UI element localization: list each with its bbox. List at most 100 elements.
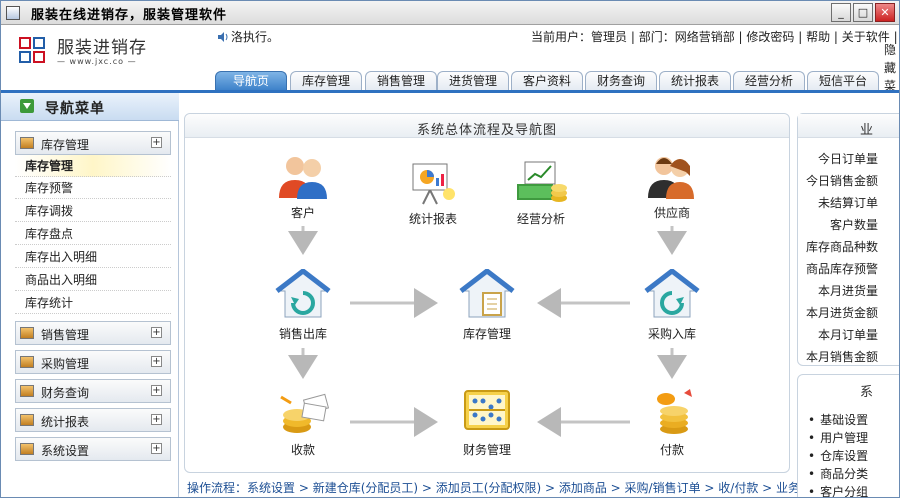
inventory-icon — [20, 137, 34, 149]
purchase-in-label: 采购入库 — [647, 327, 696, 341]
ops-link-new-warehouse[interactable]: 新建仓库(分配员工) — [313, 481, 418, 495]
inventory-node[interactable]: 库存管理 — [447, 269, 527, 342]
warehouse-out-icon — [275, 269, 331, 318]
pay-node[interactable]: 付款 — [632, 387, 712, 458]
pay-label: 付款 — [659, 443, 684, 457]
exec-status: 洛执行。 — [217, 28, 279, 45]
business-panel-title: 业 — [860, 123, 874, 138]
tab-customers[interactable]: 客户资料 — [511, 71, 583, 91]
minimize-button[interactable]: _ — [831, 3, 851, 22]
stat-label: 今日订单量 — [817, 152, 878, 166]
tab-home[interactable]: 导航页 — [215, 71, 287, 91]
help-link[interactable]: 帮助 — [806, 30, 830, 44]
menu-item-inventory-transfer[interactable]: 库存调拨 — [15, 200, 171, 222]
tab-finance[interactable]: 财务查询 — [585, 71, 657, 91]
system-link[interactable]: 客户分组 — [808, 483, 868, 497]
system-link[interactable]: 用户管理 — [808, 429, 868, 446]
ops-link-payments[interactable]: 收/付款 — [718, 481, 758, 495]
group-label: 采购管理 — [41, 357, 90, 371]
logo-title: 服装进销存 — [57, 38, 147, 58]
money-chart-icon — [517, 161, 567, 202]
menu-group-settings[interactable]: 系统设置 + — [15, 437, 171, 461]
expand-icon[interactable]: + — [151, 137, 162, 148]
current-user: 当前用户：管理员 — [531, 30, 628, 44]
analysis-node[interactable]: 经营分析 — [501, 160, 581, 227]
tab-inventory[interactable]: 库存管理 — [290, 71, 362, 91]
report-label: 统计报表 — [408, 212, 457, 226]
change-password-link[interactable]: 修改密码 — [746, 30, 794, 44]
expand-icon[interactable]: + — [151, 327, 162, 338]
coins-icon — [280, 393, 330, 433]
group-label: 销售管理 — [41, 328, 90, 342]
menu-item-inventory-flow[interactable]: 库存出入明细 — [15, 246, 171, 268]
system-link[interactable]: 仓库设置 — [808, 447, 868, 464]
ops-link-orders[interactable]: 采购/销售订单 — [625, 481, 701, 495]
down-arrow-icon — [20, 99, 34, 113]
tab-reports[interactable]: 统计报表 — [659, 71, 731, 91]
speaker-icon — [218, 32, 228, 42]
tab-purchase[interactable]: 进货管理 — [437, 71, 509, 91]
receive-node[interactable]: 收款 — [263, 387, 343, 458]
report-node[interactable]: 统计报表 — [393, 160, 473, 227]
menu-item-inventory-count[interactable]: 库存盘点 — [15, 223, 171, 245]
customer-node[interactable]: 客户 — [263, 154, 343, 221]
logo-grid-icon — [19, 37, 47, 65]
ops-link-add-product[interactable]: 添加商品 — [559, 481, 607, 495]
finance-label: 财务管理 — [462, 443, 511, 457]
system-panel-title: 系 — [860, 385, 874, 400]
menu-group-finance[interactable]: 财务查询 + — [15, 379, 171, 403]
stat-label: 本月订单量 — [817, 328, 878, 342]
stat-label: 商品库存预警 — [805, 262, 878, 276]
sales-icon — [20, 327, 34, 339]
settings-icon — [20, 443, 34, 455]
nav-title: 导航菜单 — [45, 101, 105, 117]
abacus-icon — [464, 390, 510, 430]
flow-panel: 系统总体流程及导航图 客户 统计报表 经营分析 供应商 销售出库 库存管理 采购… — [184, 113, 790, 473]
system-panel: 系 基础设置 用户管理 仓库设置 商品分类 客户分组 — [797, 374, 899, 497]
stat-label: 本月进货量 — [817, 284, 878, 298]
stat-label: 本月销售金额 — [805, 350, 878, 364]
group-label: 统计报表 — [41, 415, 90, 429]
system-link[interactable]: 商品分类 — [808, 465, 868, 482]
stat-label: 本月进货金额 — [805, 306, 878, 320]
ops-link-settings[interactable]: 系统设置 — [247, 481, 295, 495]
hide-menu-char: 藏 — [883, 61, 896, 75]
maximize-button[interactable]: □ — [853, 3, 873, 22]
menu-group-purchase[interactable]: 采购管理 + — [15, 350, 171, 374]
system-link[interactable]: 基础设置 — [808, 411, 868, 428]
tab-sales[interactable]: 销售管理 — [365, 71, 437, 91]
close-button[interactable]: ✕ — [875, 3, 895, 22]
sidebar: 导航菜单 库存管理 + 库存管理 库存预警 库存调拨 库存盘点 库存出入明细 商… — [1, 93, 179, 497]
customer-label: 客户 — [290, 206, 315, 220]
stat-label: 库存商品种数 — [805, 240, 878, 254]
menu-item-inventory-manage[interactable]: 库存管理 — [15, 155, 171, 177]
supplier-node[interactable]: 供应商 — [632, 154, 712, 221]
tab-sms[interactable]: 短信平台 — [807, 71, 879, 91]
user-bar: 当前用户：管理员 | 部门：网络营销部 | 修改密码 | 帮助 | 关于软件 |… — [531, 30, 898, 44]
supplier-label: 供应商 — [653, 206, 690, 220]
logo: 服装进销存 — www.jxc.co — — [9, 29, 159, 86]
analysis-label: 经营分析 — [516, 212, 565, 226]
customers-icon — [279, 157, 327, 199]
purchase-in-node[interactable]: 采购入库 — [632, 269, 712, 342]
menu-group-inventory[interactable]: 库存管理 + — [15, 131, 171, 155]
operation-flow-bar: 操作流程：系统设置 > 新建仓库(分配员工) > 添加员工(分配权限) > 添加… — [187, 479, 824, 496]
menu-group-sales[interactable]: 销售管理 + — [15, 321, 171, 345]
menu-group-reports[interactable]: 统计报表 + — [15, 408, 171, 432]
sales-out-node[interactable]: 销售出库 — [263, 269, 343, 342]
title-bar: 服装在线进销存，服装管理软件 _ □ ✕ — [1, 1, 899, 25]
stat-label: 未结算订单 — [817, 196, 878, 210]
menu-item-inventory-stats[interactable]: 库存统计 — [15, 292, 171, 314]
ops-link-add-employee[interactable]: 添加员工(分配权限) — [436, 481, 541, 495]
group-label: 财务查询 — [41, 386, 90, 400]
menu-item-inventory-warning[interactable]: 库存预警 — [15, 177, 171, 199]
expand-icon[interactable]: + — [151, 414, 162, 425]
tab-analysis[interactable]: 经营分析 — [733, 71, 805, 91]
group-label: 系统设置 — [41, 444, 90, 458]
expand-icon[interactable]: + — [151, 443, 162, 454]
menu-item-product-flow[interactable]: 商品出入明细 — [15, 269, 171, 291]
expand-icon[interactable]: + — [151, 356, 162, 367]
finance-node[interactable]: 财务管理 — [447, 387, 527, 458]
gold-coins-icon — [657, 389, 692, 434]
expand-icon[interactable]: + — [151, 385, 162, 396]
